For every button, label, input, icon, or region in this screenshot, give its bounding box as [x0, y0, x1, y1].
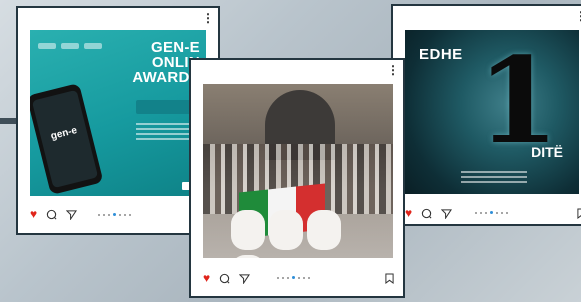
edhe-1-dite-poster: EDHE 1 DITË [405, 30, 579, 194]
post-image[interactable]: GEN-E ONLIN AWARDS gen-e [30, 30, 206, 196]
poster-footer-text [461, 168, 527, 186]
post-image[interactable] [203, 84, 393, 258]
comment-icon[interactable] [219, 273, 230, 284]
poster-digit: 1 [477, 31, 560, 170]
bookmark-icon[interactable] [577, 208, 581, 219]
more-vertical-icon[interactable]: ⋮ [202, 12, 214, 24]
heart-icon[interactable]: ♥ [30, 208, 37, 220]
heart-icon[interactable]: ♥ [405, 207, 412, 219]
send-icon[interactable] [441, 208, 453, 219]
poster-word-bottom: DITË [531, 144, 563, 160]
carousel-indicator [98, 213, 131, 216]
comment-icon[interactable] [421, 208, 432, 219]
bookmark-icon[interactable] [385, 273, 394, 284]
post-card-middle[interactable]: ⋮ ♥ [189, 58, 405, 298]
comment-icon[interactable] [46, 209, 57, 220]
post-card-right[interactable]: ⋮ EDHE 1 DITË ♥ [391, 4, 581, 226]
group-photo [203, 84, 393, 258]
more-vertical-icon[interactable]: ⋮ [387, 64, 399, 76]
carousel-indicator [475, 211, 508, 214]
post-image[interactable]: EDHE 1 DITË [405, 30, 579, 194]
post-actions: ♥ [405, 207, 453, 219]
gen-e-poster: GEN-E ONLIN AWARDS gen-e [30, 30, 206, 196]
partner-logos [38, 36, 118, 49]
send-icon[interactable] [66, 209, 78, 220]
carousel-indicator [277, 276, 310, 279]
more-vertical-icon[interactable]: ⋮ [575, 10, 581, 22]
send-icon[interactable] [239, 273, 251, 284]
phone-illustration: gen-e [30, 82, 104, 196]
post-actions: ♥ [203, 272, 251, 284]
post-actions: ♥ [30, 208, 78, 220]
heart-icon[interactable]: ♥ [203, 272, 210, 284]
large-letters [231, 210, 381, 258]
poster-word-top: EDHE [419, 46, 463, 63]
